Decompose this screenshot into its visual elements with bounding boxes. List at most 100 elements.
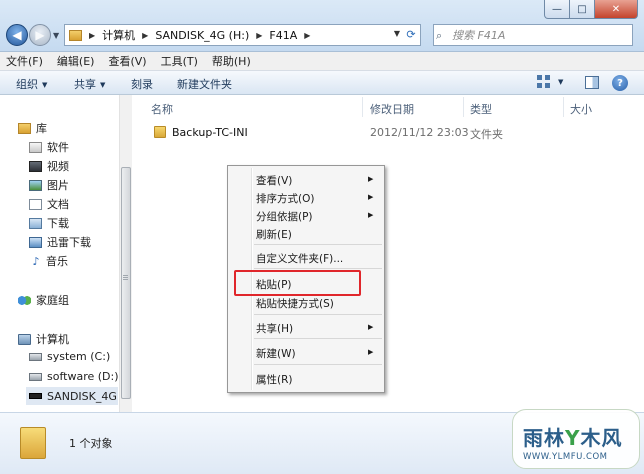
minimize-button[interactable]: — — [544, 0, 570, 19]
nav-item-videos[interactable]: 视频 — [29, 158, 69, 174]
ctx-view[interactable]: 查看(V) — [256, 173, 292, 188]
menu-file[interactable]: 文件(F) — [6, 53, 43, 69]
file-row[interactable]: Backup-TC-INI 2012/11/12 23:03 文件夹 — [151, 124, 641, 142]
organize-button[interactable]: 组织 ▼ — [16, 76, 47, 92]
breadcrumb-computer[interactable]: 计算机 — [102, 27, 135, 43]
menu-separator — [254, 244, 382, 245]
forward-button[interactable]: ▶ — [29, 24, 51, 46]
column-header-type[interactable]: 类型 — [470, 101, 492, 117]
recent-pages-dropdown[interactable]: ▼ — [53, 31, 59, 40]
folder-icon — [20, 427, 46, 459]
context-menu: 查看(V) ▶ 排序方式(O) ▶ 分组依据(P) ▶ 刷新(E) 自定义文件夹… — [227, 165, 385, 393]
close-button[interactable]: ✕ — [595, 0, 638, 19]
ctx-paste-shortcut[interactable]: 粘贴快捷方式(S) — [256, 296, 334, 311]
file-name: Backup-TC-INI — [172, 126, 248, 139]
search-input[interactable] — [442, 28, 632, 42]
nav-computer-label: 计算机 — [36, 333, 69, 346]
command-bar: 组织 ▼ 共享 ▼ 刻录 新建文件夹 ▼ ? — [0, 71, 644, 95]
document-library-icon — [29, 198, 42, 210]
ctx-refresh[interactable]: 刷新(E) — [256, 227, 292, 242]
folder-icon — [154, 126, 166, 138]
nav-drive-c[interactable]: system (C:) — [29, 350, 110, 363]
burn-button[interactable]: 刻录 — [131, 76, 153, 92]
ctx-share[interactable]: 共享(H) — [256, 321, 293, 336]
video-library-icon — [29, 160, 42, 172]
nav-libraries[interactable]: 库 — [18, 120, 47, 136]
menu-separator — [254, 314, 382, 315]
file-date: 2012/11/12 23:03 — [370, 126, 469, 139]
watermark-logo: 雨林Y木风 WWW.YLMFU.COM — [512, 409, 640, 469]
breadcrumb-drive[interactable]: SANDISK_4G (H:) — [155, 29, 249, 42]
view-options-icon[interactable] — [537, 75, 553, 90]
file-type: 文件夹 — [470, 128, 503, 141]
nav-item-documents[interactable]: 文档 — [29, 196, 69, 212]
maximize-button[interactable]: □ — [570, 0, 595, 19]
watermark-url: WWW.YLMFU.COM — [523, 452, 608, 462]
help-icon[interactable]: ? — [612, 75, 628, 91]
chevron-down-icon: ▼ — [42, 81, 48, 89]
menu-help[interactable]: 帮助(H) — [212, 53, 251, 69]
library-icon — [18, 122, 31, 134]
nav-computer[interactable]: 计算机 — [18, 331, 69, 347]
column-divider[interactable] — [362, 97, 363, 117]
share-button[interactable]: 共享 ▼ — [74, 76, 105, 92]
nav-item-xunlei[interactable]: 迅雷下载 — [29, 234, 91, 250]
menu-view[interactable]: 查看(V) — [108, 53, 146, 69]
nav-homegroup-label: 家庭组 — [36, 294, 69, 307]
back-button[interactable]: ◀ — [6, 24, 28, 46]
address-bar[interactable]: ▶ 计算机 ▶ SANDISK_4G (H:) ▶ F41A ▶ ▼ ⟳ — [64, 24, 421, 46]
picture-library-icon — [29, 179, 42, 191]
search-icon: ⌕ — [436, 29, 443, 42]
refresh-icon[interactable]: ⟳ — [404, 28, 418, 42]
organize-label: 组织 — [16, 78, 38, 91]
chevron-right-icon: ▶ — [256, 30, 263, 40]
file-list[interactable]: 名称 修改日期 类型 大小 Backup-TC-INI 2012/11/12 2… — [133, 95, 644, 412]
ctx-new[interactable]: 新建(W) — [256, 346, 296, 361]
usb-drive-icon — [29, 393, 42, 399]
search-box[interactable] — [433, 24, 633, 46]
software-library-icon — [29, 141, 42, 153]
nav-item-music[interactable]: ♪ 音乐 — [31, 253, 68, 269]
column-header-date[interactable]: 修改日期 — [370, 101, 414, 117]
share-label: 共享 — [74, 78, 96, 91]
nav-drive-d[interactable]: software (D:) — [29, 370, 119, 383]
submenu-arrow-icon: ▶ — [368, 348, 374, 356]
nav-drive-h[interactable]: SANDISK_4G (H: — [26, 387, 137, 405]
nav-item-downloads[interactable]: 下载 — [29, 215, 69, 231]
menu-tools[interactable]: 工具(T) — [161, 53, 198, 69]
ctx-properties[interactable]: 属性(R) — [256, 372, 293, 387]
column-header-name[interactable]: 名称 — [151, 101, 173, 117]
music-note-icon: ♪ — [32, 254, 40, 268]
nav-item-label: 视频 — [47, 160, 69, 173]
column-header-size[interactable]: 大小 — [570, 101, 592, 117]
nav-item-label: 图片 — [47, 179, 69, 192]
paste-highlight-box — [234, 270, 361, 296]
column-divider[interactable] — [563, 97, 564, 117]
submenu-arrow-icon: ▶ — [368, 323, 374, 331]
nav-item-pictures[interactable]: 图片 — [29, 177, 69, 193]
ctx-group[interactable]: 分组依据(P) — [256, 209, 313, 224]
nav-homegroup[interactable]: 家庭组 — [18, 292, 69, 308]
ctx-sort[interactable]: 排序方式(O) — [256, 191, 314, 206]
nav-drive-label: software (D:) — [47, 370, 119, 383]
scrollbar-thumb[interactable] — [121, 167, 131, 399]
watermark-title: 雨林Y木风 — [523, 426, 623, 450]
nav-item-label: 下载 — [47, 217, 69, 230]
computer-icon — [18, 333, 31, 345]
xunlei-library-icon — [29, 236, 42, 248]
nav-item-software[interactable]: 软件 — [29, 139, 69, 155]
menu-separator — [254, 268, 382, 269]
preview-pane-icon[interactable] — [585, 76, 599, 89]
menu-bar: 文件(F) 编辑(E) 查看(V) 工具(T) 帮助(H) — [0, 52, 644, 71]
breadcrumb-folder[interactable]: F41A — [269, 29, 297, 42]
nav-item-label: 软件 — [47, 141, 69, 154]
view-dropdown-icon[interactable]: ▼ — [558, 78, 563, 86]
ctx-customize[interactable]: 自定义文件夹(F)... — [256, 251, 343, 266]
nav-scrollbar[interactable] — [119, 95, 132, 412]
menu-edit[interactable]: 编辑(E) — [57, 53, 95, 69]
address-dropdown-icon[interactable]: ▼ — [394, 29, 400, 38]
column-divider[interactable] — [463, 97, 464, 117]
new-folder-button[interactable]: 新建文件夹 — [177, 76, 232, 92]
arrow-left-icon: ◀ — [12, 28, 22, 42]
scrollbar-grip-icon — [123, 275, 128, 281]
